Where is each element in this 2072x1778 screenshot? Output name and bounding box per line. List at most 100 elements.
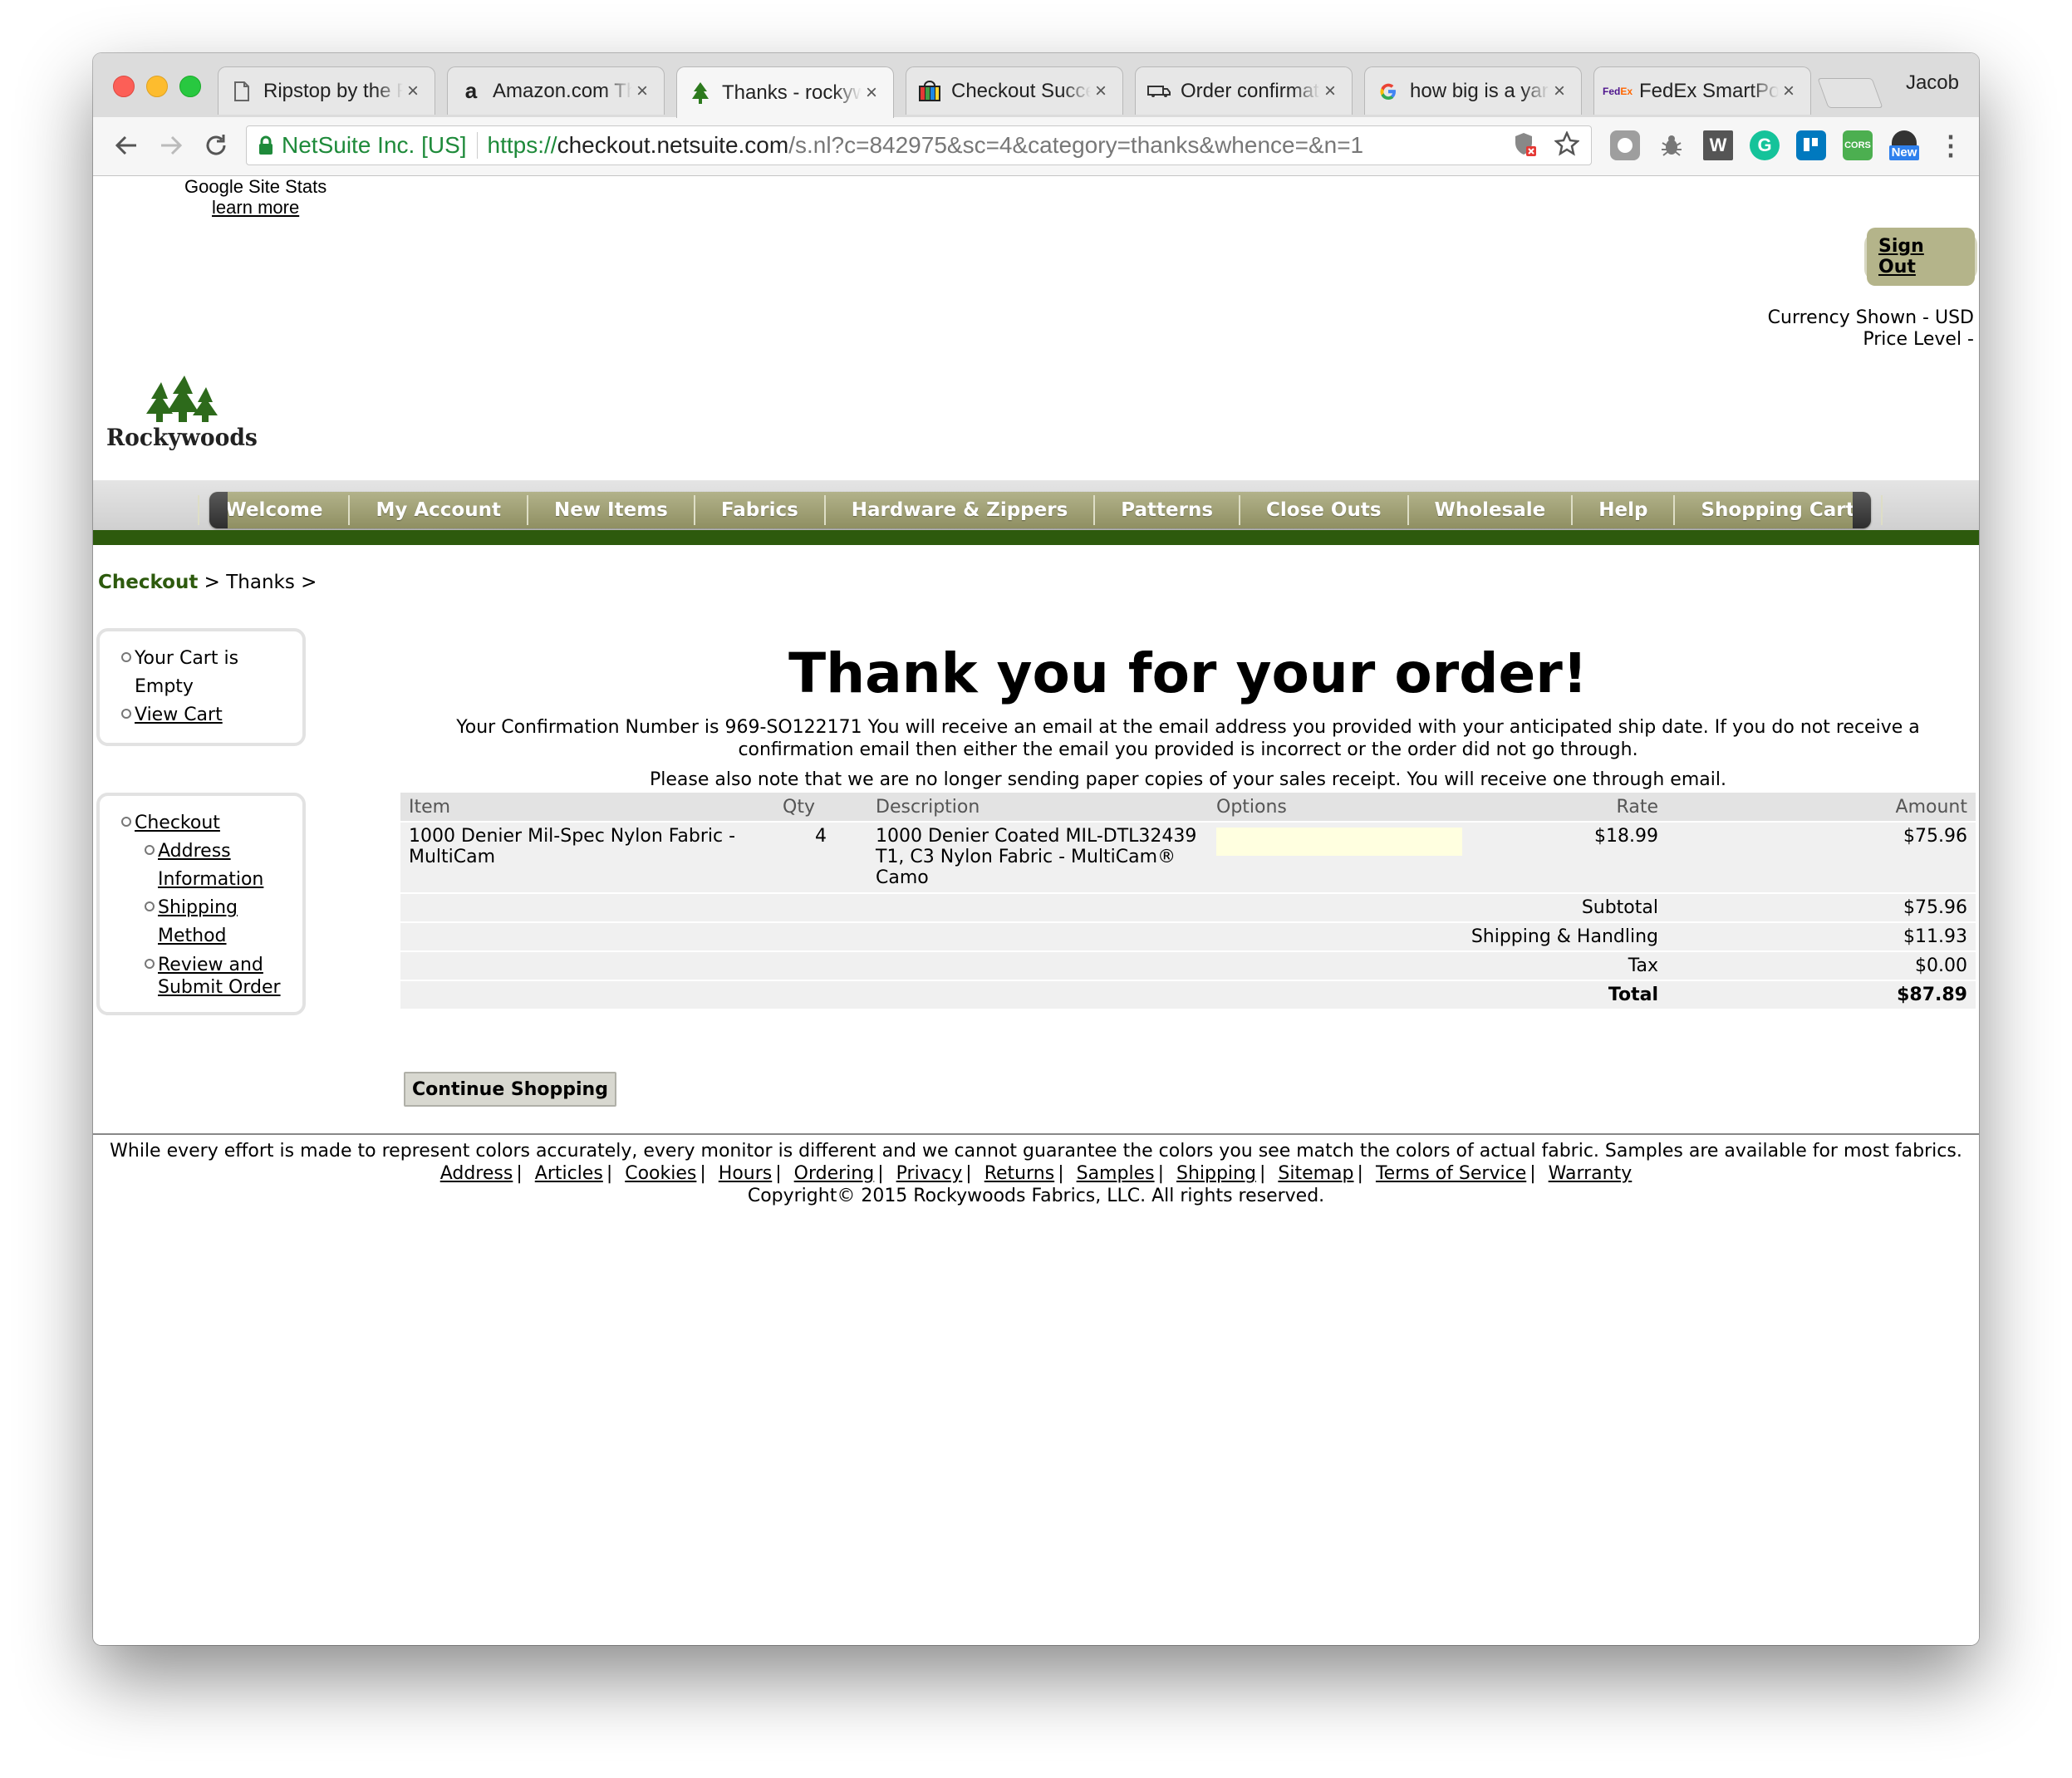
shipping-method-link[interactable]: Shipping Method bbox=[158, 894, 302, 950]
tab-rockywoods[interactable]: Thanks - rockywoods × bbox=[676, 66, 894, 118]
footer-link-sitemap[interactable]: Sitemap bbox=[1278, 1163, 1353, 1184]
subtotal-row: Subtotal $75.96 bbox=[400, 892, 1976, 922]
nav-close-outs[interactable]: Close Outs bbox=[1240, 495, 1409, 525]
truck-icon bbox=[1147, 80, 1171, 103]
star-icon[interactable] bbox=[1554, 131, 1579, 156]
close-tab-icon[interactable]: × bbox=[862, 81, 881, 105]
close-tab-icon[interactable]: × bbox=[1320, 80, 1340, 103]
footer-link-terms[interactable]: Terms of Service bbox=[1376, 1163, 1526, 1184]
footer-link-address[interactable]: Address bbox=[440, 1163, 513, 1184]
bullet-icon bbox=[121, 652, 131, 662]
tab-checkout-success[interactable]: Checkout Success × bbox=[906, 66, 1123, 115]
close-tab-icon[interactable]: × bbox=[632, 80, 652, 103]
order-table-header: Item Qty Description Options Rate Amount bbox=[400, 793, 1976, 822]
footer-link-hours[interactable]: Hours bbox=[719, 1163, 772, 1184]
footer-link-warranty[interactable]: Warranty bbox=[1549, 1163, 1633, 1184]
footer-link-privacy[interactable]: Privacy bbox=[896, 1163, 963, 1184]
omnibox-icons bbox=[1513, 131, 1579, 158]
options-field bbox=[1216, 828, 1462, 856]
extension-new-icon[interactable]: New bbox=[1888, 130, 1921, 160]
extension-bug-icon[interactable] bbox=[1657, 130, 1687, 160]
footer-link-cookies[interactable]: Cookies bbox=[625, 1163, 696, 1184]
menu-icon[interactable]: ⋮ bbox=[1936, 130, 1966, 160]
back-button[interactable] bbox=[110, 129, 143, 162]
nav-shopping-cart[interactable]: Shopping Cart bbox=[1675, 495, 1883, 525]
cors-icon[interactable]: CORS bbox=[1843, 130, 1873, 160]
checkout-steps-box: Checkout Address Information Shipping Me… bbox=[96, 793, 306, 1015]
item-description: 1000 Denier Coated MIL-DTL32439 T1, C3 N… bbox=[867, 821, 1208, 893]
tab-ripstop[interactable]: Ripstop by the Roll × bbox=[218, 66, 435, 115]
nav-my-account[interactable]: My Account bbox=[350, 495, 528, 525]
item-rate: $18.99 bbox=[1474, 821, 1667, 893]
nav-wholesale[interactable]: Wholesale bbox=[1409, 495, 1574, 525]
footer-link-ordering[interactable]: Ordering bbox=[794, 1163, 875, 1184]
subtotal-label: Subtotal bbox=[400, 892, 1667, 922]
table-row: 1000 Denier Mil-Spec Nylon Fabric - Mult… bbox=[400, 821, 1976, 893]
tab-title: Thanks - rockywoods bbox=[722, 81, 862, 104]
paper-copy-note: Please also note that we are no longer s… bbox=[650, 769, 1726, 790]
footer-link-returns[interactable]: Returns bbox=[984, 1163, 1054, 1184]
address-bar[interactable]: NetSuite Inc. [US] https:// checkout.net… bbox=[246, 125, 1592, 165]
footer-link-articles[interactable]: Articles bbox=[535, 1163, 603, 1184]
copyright: Copyright© 2015 Rockywoods Fabrics, LLC.… bbox=[747, 1186, 1325, 1206]
google-icon bbox=[1377, 80, 1400, 103]
profile-name[interactable]: Jacob bbox=[1906, 71, 1959, 95]
breadcrumb-checkout[interactable]: Checkout bbox=[98, 572, 198, 593]
footer: While every effort is made to represent … bbox=[93, 1140, 1979, 1207]
tax-value: $0.00 bbox=[1667, 950, 1976, 980]
close-tab-icon[interactable]: × bbox=[1549, 80, 1569, 103]
continue-shopping-button[interactable]: Continue Shopping bbox=[404, 1072, 616, 1107]
header-item: Item bbox=[400, 793, 774, 822]
nav-new-items[interactable]: New Items bbox=[528, 495, 695, 525]
forward-button[interactable] bbox=[155, 129, 188, 162]
tab-title: FedEx SmartPost bbox=[1639, 79, 1779, 102]
forward-arrow-icon bbox=[161, 135, 183, 155]
nav-welcome[interactable]: Welcome bbox=[198, 495, 351, 525]
reload-button[interactable] bbox=[199, 129, 233, 162]
minimize-window-button[interactable] bbox=[146, 76, 168, 97]
close-tab-icon[interactable]: × bbox=[403, 80, 423, 103]
tab-fedex[interactable]: FedEx FedEx SmartPost × bbox=[1593, 66, 1811, 115]
grammarly-icon[interactable]: G bbox=[1750, 130, 1780, 160]
maximize-window-button[interactable] bbox=[179, 76, 201, 97]
learn-more-link[interactable]: learn more bbox=[212, 197, 299, 218]
sign-out-label: Sign Out bbox=[1867, 228, 1975, 286]
review-submit-link[interactable]: Review and Submit Order bbox=[158, 954, 302, 999]
tab-google-search[interactable]: how big is a yard × bbox=[1364, 66, 1582, 115]
close-window-button[interactable] bbox=[113, 76, 135, 97]
close-tab-icon[interactable]: × bbox=[1779, 80, 1799, 103]
nav-help[interactable]: Help bbox=[1573, 495, 1676, 525]
view-cart-link[interactable]: View Cart bbox=[135, 701, 223, 729]
secure-indicator[interactable]: NetSuite Inc. [US] bbox=[258, 132, 467, 159]
bullet-icon bbox=[121, 709, 131, 719]
browser-toolbar: NetSuite Inc. [US] https:// checkout.net… bbox=[93, 117, 1979, 176]
price-level: Price Level - bbox=[1863, 329, 1974, 350]
address-information-link[interactable]: Address Information bbox=[158, 837, 302, 894]
cart-box: Your Cart is Empty View Cart bbox=[96, 628, 306, 746]
tax-row: Tax $0.00 bbox=[400, 950, 1976, 980]
extension-sync-icon[interactable] bbox=[1610, 130, 1640, 160]
tab-title: Checkout Success bbox=[951, 79, 1091, 102]
trello-icon[interactable] bbox=[1796, 130, 1826, 160]
footer-link-samples[interactable]: Samples bbox=[1077, 1163, 1155, 1184]
shipping-value: $11.93 bbox=[1667, 921, 1976, 951]
nav-fabrics[interactable]: Fabrics bbox=[695, 495, 826, 525]
shield-blocked-icon[interactable] bbox=[1513, 131, 1538, 158]
back-arrow-icon bbox=[115, 135, 136, 155]
order-table: Item Qty Description Options Rate Amount… bbox=[400, 793, 1976, 1009]
tab-order-confirmation[interactable]: Order confirmation × bbox=[1135, 66, 1353, 115]
bullet-icon bbox=[145, 901, 155, 911]
new-tab-button[interactable] bbox=[1817, 78, 1883, 108]
tab-amazon[interactable]: a Amazon.com Thank You × bbox=[447, 66, 665, 115]
tree-icon bbox=[689, 81, 712, 105]
close-tab-icon[interactable]: × bbox=[1091, 80, 1111, 103]
checkout-link[interactable]: Checkout bbox=[135, 809, 220, 837]
shipping-label: Shipping & Handling bbox=[400, 921, 1667, 951]
sign-out-button[interactable]: Sign Out bbox=[1864, 228, 1977, 286]
nav-patterns[interactable]: Patterns bbox=[1095, 495, 1241, 525]
item-options bbox=[1208, 821, 1474, 893]
nav-hardware-zippers[interactable]: Hardware & Zippers bbox=[826, 495, 1096, 525]
rockywoods-logo[interactable]: Rockywoods bbox=[106, 376, 258, 459]
extension-w-icon[interactable]: W bbox=[1703, 130, 1733, 160]
footer-link-shipping[interactable]: Shipping bbox=[1176, 1163, 1256, 1184]
